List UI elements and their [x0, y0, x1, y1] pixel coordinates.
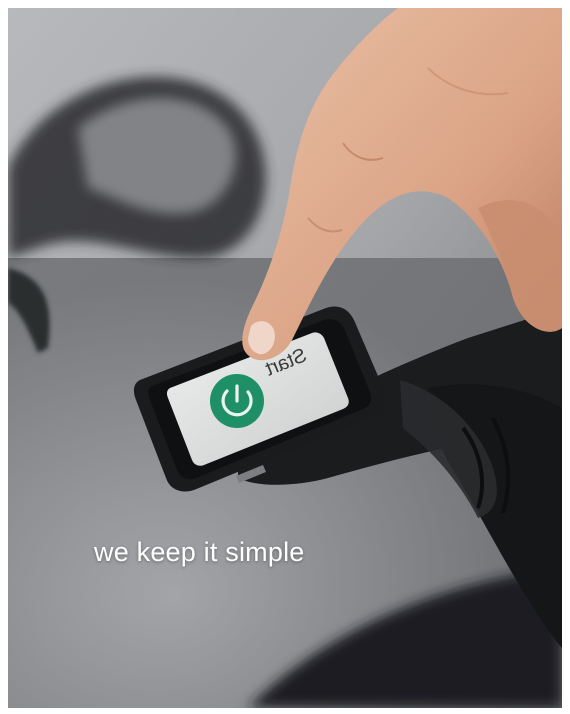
caption-text: we keep it simple: [94, 537, 305, 567]
photo-scene: Start: [8, 8, 562, 708]
hero-photo: Start we keep it simple: [8, 8, 562, 708]
power-icon[interactable]: [210, 374, 264, 428]
